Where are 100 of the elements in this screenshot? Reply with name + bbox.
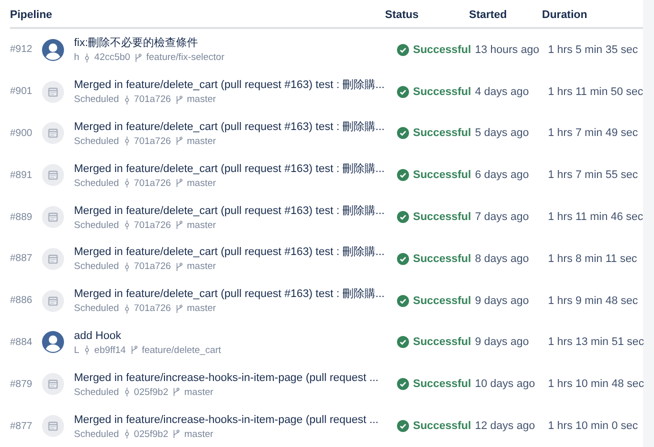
commit-icon [124, 94, 130, 105]
started-time: 8 days ago [475, 252, 530, 265]
commit-hash: eb9ff14 [94, 344, 126, 356]
calendar-icon [42, 372, 64, 396]
commit-hash: 701a726 [134, 136, 171, 147]
branch-name: master [184, 386, 214, 398]
status-label: Successful [413, 127, 472, 140]
check-circle-icon [397, 127, 409, 140]
commit-hash: 025f9b2 [134, 428, 168, 440]
pipeline-number: #901 [9, 86, 32, 98]
started-time: 9 days ago [475, 294, 530, 307]
check-circle-icon [397, 294, 409, 307]
branch-name: master [186, 220, 216, 231]
pipeline-title[interactable]: add Hook [74, 328, 391, 343]
status-label: Successful [413, 336, 472, 348]
calendar-icon [42, 246, 64, 271]
author-label: Scheduled [74, 178, 119, 189]
pipeline-title[interactable]: fix:刪除不必要的檢查條件 [74, 36, 391, 50]
check-circle-icon [397, 86, 409, 98]
commit-icon [124, 136, 130, 146]
check-circle-icon [397, 211, 409, 224]
pipeline-title[interactable]: Merged in feature/delete_cart (pull request #163) test : 刪除購... [74, 120, 391, 134]
duration-text: 1 hrs 11 min 46 sec [548, 211, 643, 224]
pipeline-title[interactable]: Merged in feature/delete_cart (pull request #163) test : 刪除購... [74, 245, 391, 260]
duration-text: 1 hrs 8 min 11 sec [548, 252, 638, 265]
duration-text: 1 hrs 10 min 0 sec [548, 420, 639, 432]
pipeline-number: #886 [9, 295, 32, 306]
calendar-icon [42, 121, 64, 146]
author-label: Scheduled [74, 303, 119, 314]
calendar-icon [42, 205, 64, 230]
started-time: 4 days ago [475, 86, 530, 98]
status-label: Successful [413, 294, 472, 307]
commit-icon [124, 262, 130, 272]
status-label: Successful [413, 252, 472, 265]
branch-name: master [184, 428, 214, 440]
status-label: Successful [413, 44, 472, 56]
pipeline-title[interactable]: Merged in feature/delete_cart (pull request #163) test : 刪除購... [74, 78, 391, 92]
check-circle-icon [397, 420, 409, 432]
calendar-icon [42, 414, 64, 438]
branch-icon [174, 94, 183, 105]
started-time: 9 days ago [475, 336, 530, 348]
author-label: Scheduled [74, 261, 119, 272]
status-label: Successful [413, 169, 472, 182]
pipeline-number: #891 [9, 170, 32, 181]
branch-icon [172, 429, 180, 440]
pipeline-title[interactable]: Merged in feature/increase-hooks-in-item-page (pull request ... [74, 370, 391, 385]
branch-icon [174, 178, 183, 188]
started-time: 5 days ago [475, 127, 530, 140]
pipeline-title[interactable]: Merged in feature/delete_cart (pull request #163) test : 刪除購... [74, 287, 391, 302]
duration-text: 1 hrs 9 min 48 sec [548, 294, 639, 307]
started-time: 13 hours ago [475, 44, 540, 56]
pipeline-title[interactable]: Merged in feature/delete_cart (pull request #163) test : 刪除購... [74, 204, 391, 218]
branch-name: master [186, 261, 216, 272]
branch-icon [172, 387, 180, 398]
commit-icon [124, 387, 130, 398]
author-label: Scheduled [74, 136, 119, 147]
pipeline-title[interactable]: Merged in feature/delete_cart (pull request #163) test : 刪除購... [74, 162, 391, 176]
author-label: Scheduled [74, 386, 119, 398]
commit-hash: 701a726 [134, 261, 171, 272]
check-circle-icon [397, 378, 409, 390]
author-label: Scheduled [74, 428, 119, 440]
branch-name: master [186, 136, 216, 147]
commit-hash: 42cc5b0 [94, 52, 130, 64]
calendar-icon [42, 163, 64, 188]
status-label: Successful [413, 211, 472, 224]
pipeline-number: #912 [9, 44, 32, 56]
user-avatar-icon [42, 38, 64, 62]
status-label: Successful [413, 378, 472, 390]
commit-icon [84, 52, 90, 63]
pipeline-number: #900 [9, 128, 32, 139]
pipeline-number: #877 [9, 420, 32, 432]
author-label: h [74, 52, 80, 64]
pipeline-title[interactable]: Merged in feature/increase-hooks-in-item-page (pull request ... [74, 412, 391, 427]
branch-name: master [186, 178, 216, 189]
branch-icon [174, 304, 183, 314]
column-header: Duration [542, 8, 588, 20]
commit-icon [124, 178, 130, 188]
calendar-icon [42, 80, 64, 104]
check-circle-icon [397, 252, 409, 265]
branch-icon [174, 136, 183, 146]
status-label: Successful [413, 86, 472, 98]
duration-text: 1 hrs 10 min 48 sec [548, 378, 643, 390]
commit-icon [124, 220, 130, 230]
check-circle-icon [397, 44, 409, 56]
commit-hash: 701a726 [134, 303, 171, 314]
duration-text: 1 hrs 13 min 51 sec [548, 336, 643, 348]
author-label: Scheduled [74, 94, 119, 106]
branch-icon [174, 220, 183, 230]
status-label: Successful [413, 420, 472, 432]
started-time: 6 days ago [475, 169, 530, 182]
commit-hash: 025f9b2 [134, 386, 168, 398]
calendar-icon [42, 288, 64, 313]
commit-icon [124, 304, 130, 314]
started-time: 10 days ago [475, 378, 536, 390]
branch-icon [174, 262, 183, 272]
commit-icon [124, 429, 130, 440]
column-header: Pipeline [10, 8, 54, 20]
commit-hash: 701a726 [134, 178, 171, 189]
branch-name: master [186, 94, 216, 106]
pipeline-number: #887 [9, 253, 32, 264]
